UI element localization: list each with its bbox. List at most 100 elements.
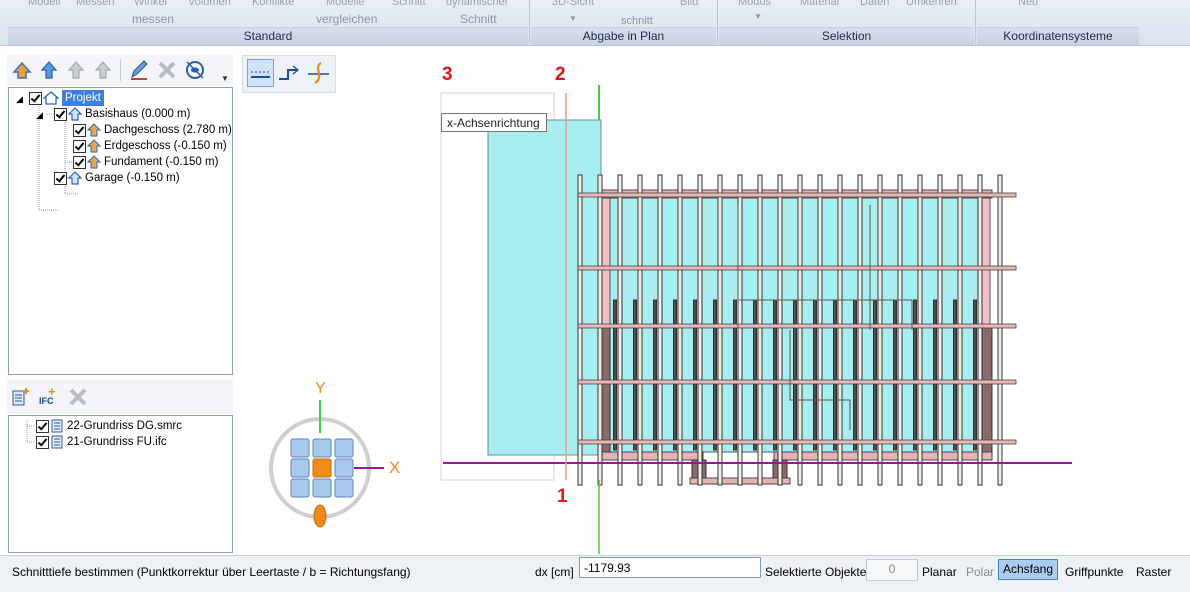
arrow-up-icon[interactable] <box>37 58 61 82</box>
messen-button[interactable]: messen <box>132 12 174 26</box>
toolbar-overflow-icon[interactable]: ▼ <box>221 74 229 83</box>
storey-icon <box>87 123 101 137</box>
ribbon-faded-label: Volumen <box>188 0 231 8</box>
purlin <box>577 379 1017 385</box>
ribbon-faded-label: 3D-Sicht <box>552 0 595 8</box>
structure-toolbar: ▼ <box>7 54 233 86</box>
ribbon-faded-label: Bild <box>680 0 699 8</box>
checkbox[interactable] <box>54 172 67 185</box>
rafter <box>637 174 643 486</box>
building-arrow-icon <box>68 107 82 121</box>
compass-cell[interactable] <box>312 438 332 458</box>
compass-cell[interactable] <box>312 478 332 498</box>
level-up-disabled-icon[interactable] <box>91 58 115 82</box>
checkbox[interactable] <box>54 108 67 121</box>
tree-node-label: Fundament (-0.150 m) <box>104 156 219 168</box>
vergleichen-button[interactable]: vergleichen <box>316 12 377 26</box>
delete-disabled-icon[interactable] <box>155 58 179 82</box>
status-bar: Schnitttiefe bestimmen (Punktkorrektur ü… <box>0 555 1190 592</box>
ribbon-group-koordinatensysteme: Koordinatensysteme <box>977 27 1139 45</box>
ribbon-group-standard: Standard <box>8 27 528 45</box>
rafter-dark <box>733 299 737 451</box>
compass-cell[interactable] <box>290 458 310 478</box>
purlin <box>577 192 1017 198</box>
rafter-dark <box>673 299 677 451</box>
collapse-toggle-icon[interactable]: ◢ <box>16 94 23 105</box>
rafter-dark <box>973 299 977 451</box>
files-toolbar: + IFC <box>7 380 233 414</box>
checkbox[interactable] <box>36 436 49 449</box>
compass-grid[interactable] <box>290 438 354 498</box>
dx-input[interactable] <box>579 557 761 578</box>
ribbon-separator <box>975 0 976 44</box>
checkbox[interactable] <box>36 420 49 433</box>
compass-cell[interactable] <box>290 478 310 498</box>
dropdown-arrow-icon[interactable]: ▼ <box>569 14 577 23</box>
griffpunkte-toggle[interactable]: Griffpunkte <box>1065 565 1123 579</box>
checkbox[interactable] <box>73 156 86 169</box>
schnitt-button[interactable]: Schnitt <box>460 12 497 26</box>
rafter-dark <box>613 299 617 451</box>
storey-icon <box>87 155 101 169</box>
section-point-3-label: 3 <box>442 64 453 85</box>
raster-toggle[interactable]: Raster <box>1136 565 1171 579</box>
rafter-dark <box>913 299 917 451</box>
collapse-toggle-icon[interactable]: ◢ <box>36 110 43 121</box>
compass-x-label: X <box>389 458 401 477</box>
schnitt-sub-button[interactable]: schnitt <box>621 15 653 27</box>
ribbon: Modell Messen Winkel Volumen Konflikte M… <box>0 0 1190 46</box>
rafter <box>677 174 683 486</box>
ribbon-faded-label: Material <box>800 0 840 8</box>
room-cyan-left <box>487 119 611 456</box>
compass-y-label: Y <box>315 380 326 397</box>
building-structure-tree: ◢ Projekt ◢ Basishaus (0.000 m) Dachgesc… <box>8 87 233 375</box>
selected-objects-label: Selektierte Objekte <box>765 565 867 579</box>
rafter-dark <box>773 299 777 451</box>
rafter-dark <box>813 299 817 451</box>
rafter <box>957 174 963 486</box>
beam-bottom <box>597 451 704 461</box>
rafter <box>917 174 923 486</box>
planar-toggle[interactable]: Planar <box>922 565 957 579</box>
rafter-dark <box>713 299 717 451</box>
rafter <box>817 174 823 486</box>
rafter <box>757 174 763 486</box>
compass-cell[interactable] <box>290 438 310 458</box>
rafter <box>837 174 843 486</box>
add-ifc-button[interactable]: + IFC <box>39 384 61 407</box>
dropdown-arrow-icon[interactable]: ▼ <box>754 12 762 21</box>
tree-node-label: Dachgeschoss (2.780 m) <box>104 124 232 136</box>
section-point-2-label: 2 <box>555 64 566 85</box>
house-icon <box>43 91 59 105</box>
add-file-icon[interactable] <box>11 387 31 407</box>
compass-center-cell[interactable] <box>312 458 332 478</box>
file-label: 21-Grundriss FU.ifc <box>67 436 167 448</box>
building-drawing <box>269 85 1072 554</box>
rafter-dark <box>793 299 797 451</box>
visibility-settings-icon[interactable] <box>183 58 207 82</box>
rafter <box>777 174 783 486</box>
polar-toggle[interactable]: Polar <box>966 565 994 579</box>
project-up-icon[interactable] <box>10 58 34 82</box>
checkbox[interactable] <box>73 140 86 153</box>
checkbox[interactable] <box>73 124 86 137</box>
compass-cell[interactable] <box>334 438 354 458</box>
rafter <box>597 174 603 486</box>
achsfang-toggle[interactable]: Achsfang <box>998 559 1059 580</box>
purlin <box>577 323 1017 329</box>
ribbon-faded-label: Messen <box>76 0 115 8</box>
rafter <box>937 174 943 486</box>
rafter <box>737 174 743 486</box>
rafter-dark <box>653 299 657 451</box>
remove-file-disabled-icon[interactable] <box>67 386 89 408</box>
compass-cell[interactable] <box>334 458 354 478</box>
compass-handle-icon[interactable] <box>313 504 327 528</box>
checkbox[interactable] <box>29 92 42 105</box>
compass-cell[interactable] <box>334 478 354 498</box>
ribbon-faded-label: Modell <box>28 0 61 8</box>
rafter <box>997 174 1003 486</box>
toolbar-separator <box>120 59 121 81</box>
pencil-icon[interactable] <box>127 58 151 82</box>
rafter-dark <box>693 299 697 451</box>
arrow-up-disabled-icon[interactable] <box>64 58 88 82</box>
